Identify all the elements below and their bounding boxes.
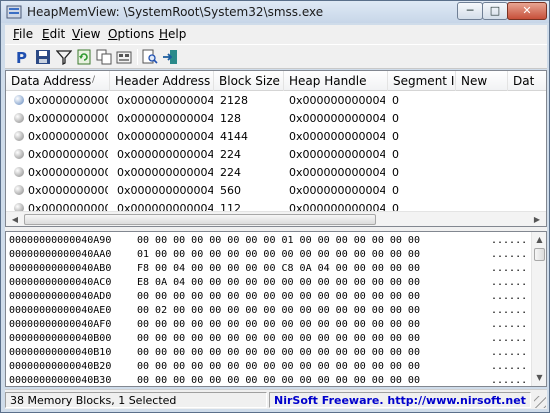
cell-heap-handle: 0x000000000004... [289, 184, 385, 197]
column-label: Data Address [11, 74, 92, 88]
cell-header-address: 0x000000000004... [117, 202, 213, 211]
sort-indicator: / [91, 75, 95, 85]
toolbar: P [5, 44, 547, 69]
cell-segment: 0 [392, 112, 399, 125]
close-button[interactable]: ✕ [507, 2, 547, 20]
cell-header-address: 0x000000000004... [117, 148, 213, 161]
memory-block-icon [14, 95, 24, 105]
cell-heap-handle: 0x000000000004... [289, 202, 385, 211]
memory-block-icon [14, 113, 24, 123]
cell-header-address: 0x000000000004... [117, 130, 213, 143]
resize-grip-icon[interactable] [534, 396, 546, 408]
cell-segment: 0 [392, 202, 399, 211]
app-icon [6, 5, 22, 19]
cell-block-size: 224 [220, 148, 241, 161]
cell-header-address: 0x000000000004... [117, 112, 213, 125]
cell-data-address: 0x0000000000... [28, 166, 108, 179]
cell-heap-handle: 0x000000000004... [289, 94, 385, 107]
cell-block-size: 112 [220, 202, 241, 211]
menu-edit[interactable]: Edit [42, 27, 65, 41]
scrollbar-thumb[interactable] [24, 214, 376, 225]
cell-data-address: 0x0000000000... [28, 148, 108, 161]
scrollbar-thumb[interactable] [534, 248, 545, 261]
cell-data-address: 0x0000000000... [28, 112, 108, 125]
cell-data-address: 0x0000000000... [28, 94, 108, 107]
menu-help[interactable]: Help [159, 27, 186, 41]
cell-heap-handle: 0x000000000004... [289, 148, 385, 161]
cell-segment: 0 [392, 148, 399, 161]
list-header: Data Address / Header Address Block Size… [6, 71, 546, 91]
table-row[interactable]: 0x0000000000... 0x000000000004... 224 0x… [6, 145, 546, 163]
table-row[interactable]: 0x0000000000... 0x000000000004... 112 0x… [6, 199, 546, 211]
cell-block-size: 224 [220, 166, 241, 179]
minimize-button[interactable]: ─ [457, 2, 483, 20]
memory-block-icon [14, 149, 24, 159]
cell-heap-handle: 0x000000000004... [289, 112, 385, 125]
hex-vertical-scrollbar[interactable]: ▲ ▼ [531, 232, 546, 386]
cell-header-address: 0x000000000004... [117, 166, 213, 179]
table-row[interactable]: 0x0000000000... 0x000000000004... 560 0x… [6, 181, 546, 199]
memory-block-icon [14, 167, 24, 177]
html-report-icon[interactable] [115, 48, 133, 66]
hex-dump-view[interactable]: 00000000000040A90 00 00 00 00 00 00 00 00… [5, 231, 547, 387]
maximize-button[interactable]: □ [482, 2, 508, 20]
cell-data-address: 0x0000000000... [28, 130, 108, 143]
column-data-address[interactable]: Data Address / [6, 71, 110, 91]
properties-p-icon[interactable]: P [13, 48, 31, 66]
scroll-left-icon[interactable]: ◀ [8, 213, 22, 226]
memory-block-icon [14, 131, 24, 141]
cell-data-address: 0x0000000000... [28, 184, 108, 197]
title-bar[interactable]: HeapMemView: \SystemRoot\System32\smss.e… [1, 1, 549, 23]
refresh-icon[interactable] [75, 48, 93, 66]
column-data[interactable]: Dat [508, 71, 546, 91]
column-block-size[interactable]: Block Size [214, 71, 284, 91]
status-bar: 38 Memory Blocks, 1 Selected NirSoft Fre… [5, 389, 547, 409]
cell-block-size: 2128 [220, 94, 248, 107]
window-title: HeapMemView: \SystemRoot\System32\smss.e… [27, 5, 324, 19]
copy-icon[interactable] [95, 48, 113, 66]
exit-icon[interactable] [161, 48, 179, 66]
cell-segment: 0 [392, 130, 399, 143]
cell-block-size: 128 [220, 112, 241, 125]
status-count: 38 Memory Blocks, 1 Selected [5, 392, 267, 408]
cell-segment: 0 [392, 184, 399, 197]
toolbar-separator [137, 49, 138, 65]
column-segment-index[interactable]: Segment I... [388, 71, 456, 91]
table-row[interactable]: 0x0000000000... 0x000000000004... 128 0x… [6, 109, 546, 127]
list-body: 0x0000000000... 0x000000000004... 2128 0… [6, 91, 546, 211]
status-nirsoft-pane: NirSoft Freeware. http://www.nirsoft.net [269, 392, 531, 408]
cell-block-size: 560 [220, 184, 241, 197]
column-header-address[interactable]: Header Address [110, 71, 214, 91]
menu-file[interactable]: File [13, 27, 33, 41]
scroll-down-icon[interactable]: ▼ [533, 371, 546, 385]
save-icon[interactable] [34, 48, 52, 66]
cell-heap-handle: 0x000000000004... [289, 166, 385, 179]
cell-segment: 0 [392, 166, 399, 179]
column-heap-handle[interactable]: Heap Handle [284, 71, 388, 91]
cell-header-address: 0x000000000004... [117, 184, 213, 197]
memory-block-list[interactable]: Data Address / Header Address Block Size… [5, 70, 547, 227]
cell-block-size: 4144 [220, 130, 248, 143]
app-window: HeapMemView: \SystemRoot\System32\smss.e… [0, 0, 550, 413]
memory-block-icon [14, 185, 24, 195]
scroll-up-icon[interactable]: ▲ [533, 233, 546, 247]
table-row[interactable]: 0x0000000000... 0x000000000004... 224 0x… [6, 163, 546, 181]
memory-block-icon [14, 203, 24, 211]
scroll-right-icon[interactable]: ▶ [530, 213, 544, 226]
nirsoft-link[interactable]: NirSoft Freeware. http://www.nirsoft.net [274, 394, 526, 407]
menu-options[interactable]: Options [108, 27, 154, 41]
list-horizontal-scrollbar[interactable]: ◀ ▶ [6, 211, 546, 226]
menu-bar: File Edit View Options Help [5, 25, 547, 44]
column-new[interactable]: New [456, 71, 508, 91]
table-row[interactable]: 0x0000000000... 0x000000000004... 4144 0… [6, 127, 546, 145]
table-row[interactable]: 0x0000000000... 0x000000000004... 2128 0… [6, 91, 546, 109]
cell-header-address: 0x000000000004... [117, 94, 213, 107]
find-icon[interactable] [141, 48, 159, 66]
cell-heap-handle: 0x000000000004... [289, 130, 385, 143]
cell-segment: 0 [392, 94, 399, 107]
cell-data-address: 0x0000000000... [28, 202, 108, 211]
filter-icon[interactable] [55, 48, 73, 66]
svg-text:P: P [16, 49, 27, 65]
menu-view[interactable]: View [72, 27, 100, 41]
